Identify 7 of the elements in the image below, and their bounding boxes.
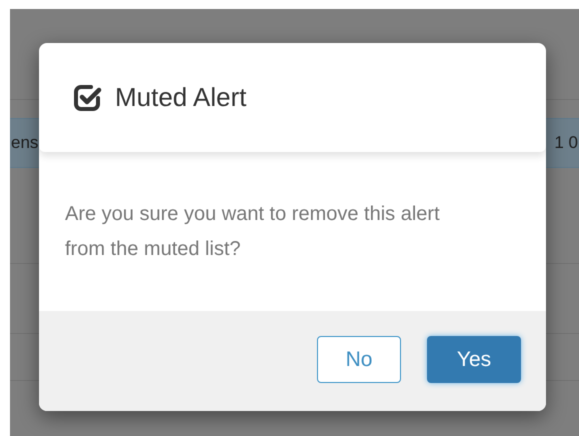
dialog-title: Muted Alert	[115, 81, 247, 114]
no-button[interactable]: No	[317, 336, 401, 383]
table-cell-text: ens	[11, 132, 38, 154]
table-cell-text: 1 0	[554, 132, 578, 154]
dialog-message: Are you sure you want to remove this alert from the muted list?	[65, 202, 441, 262]
checkbox-icon	[73, 82, 103, 112]
yes-button[interactable]: Yes	[427, 336, 521, 383]
